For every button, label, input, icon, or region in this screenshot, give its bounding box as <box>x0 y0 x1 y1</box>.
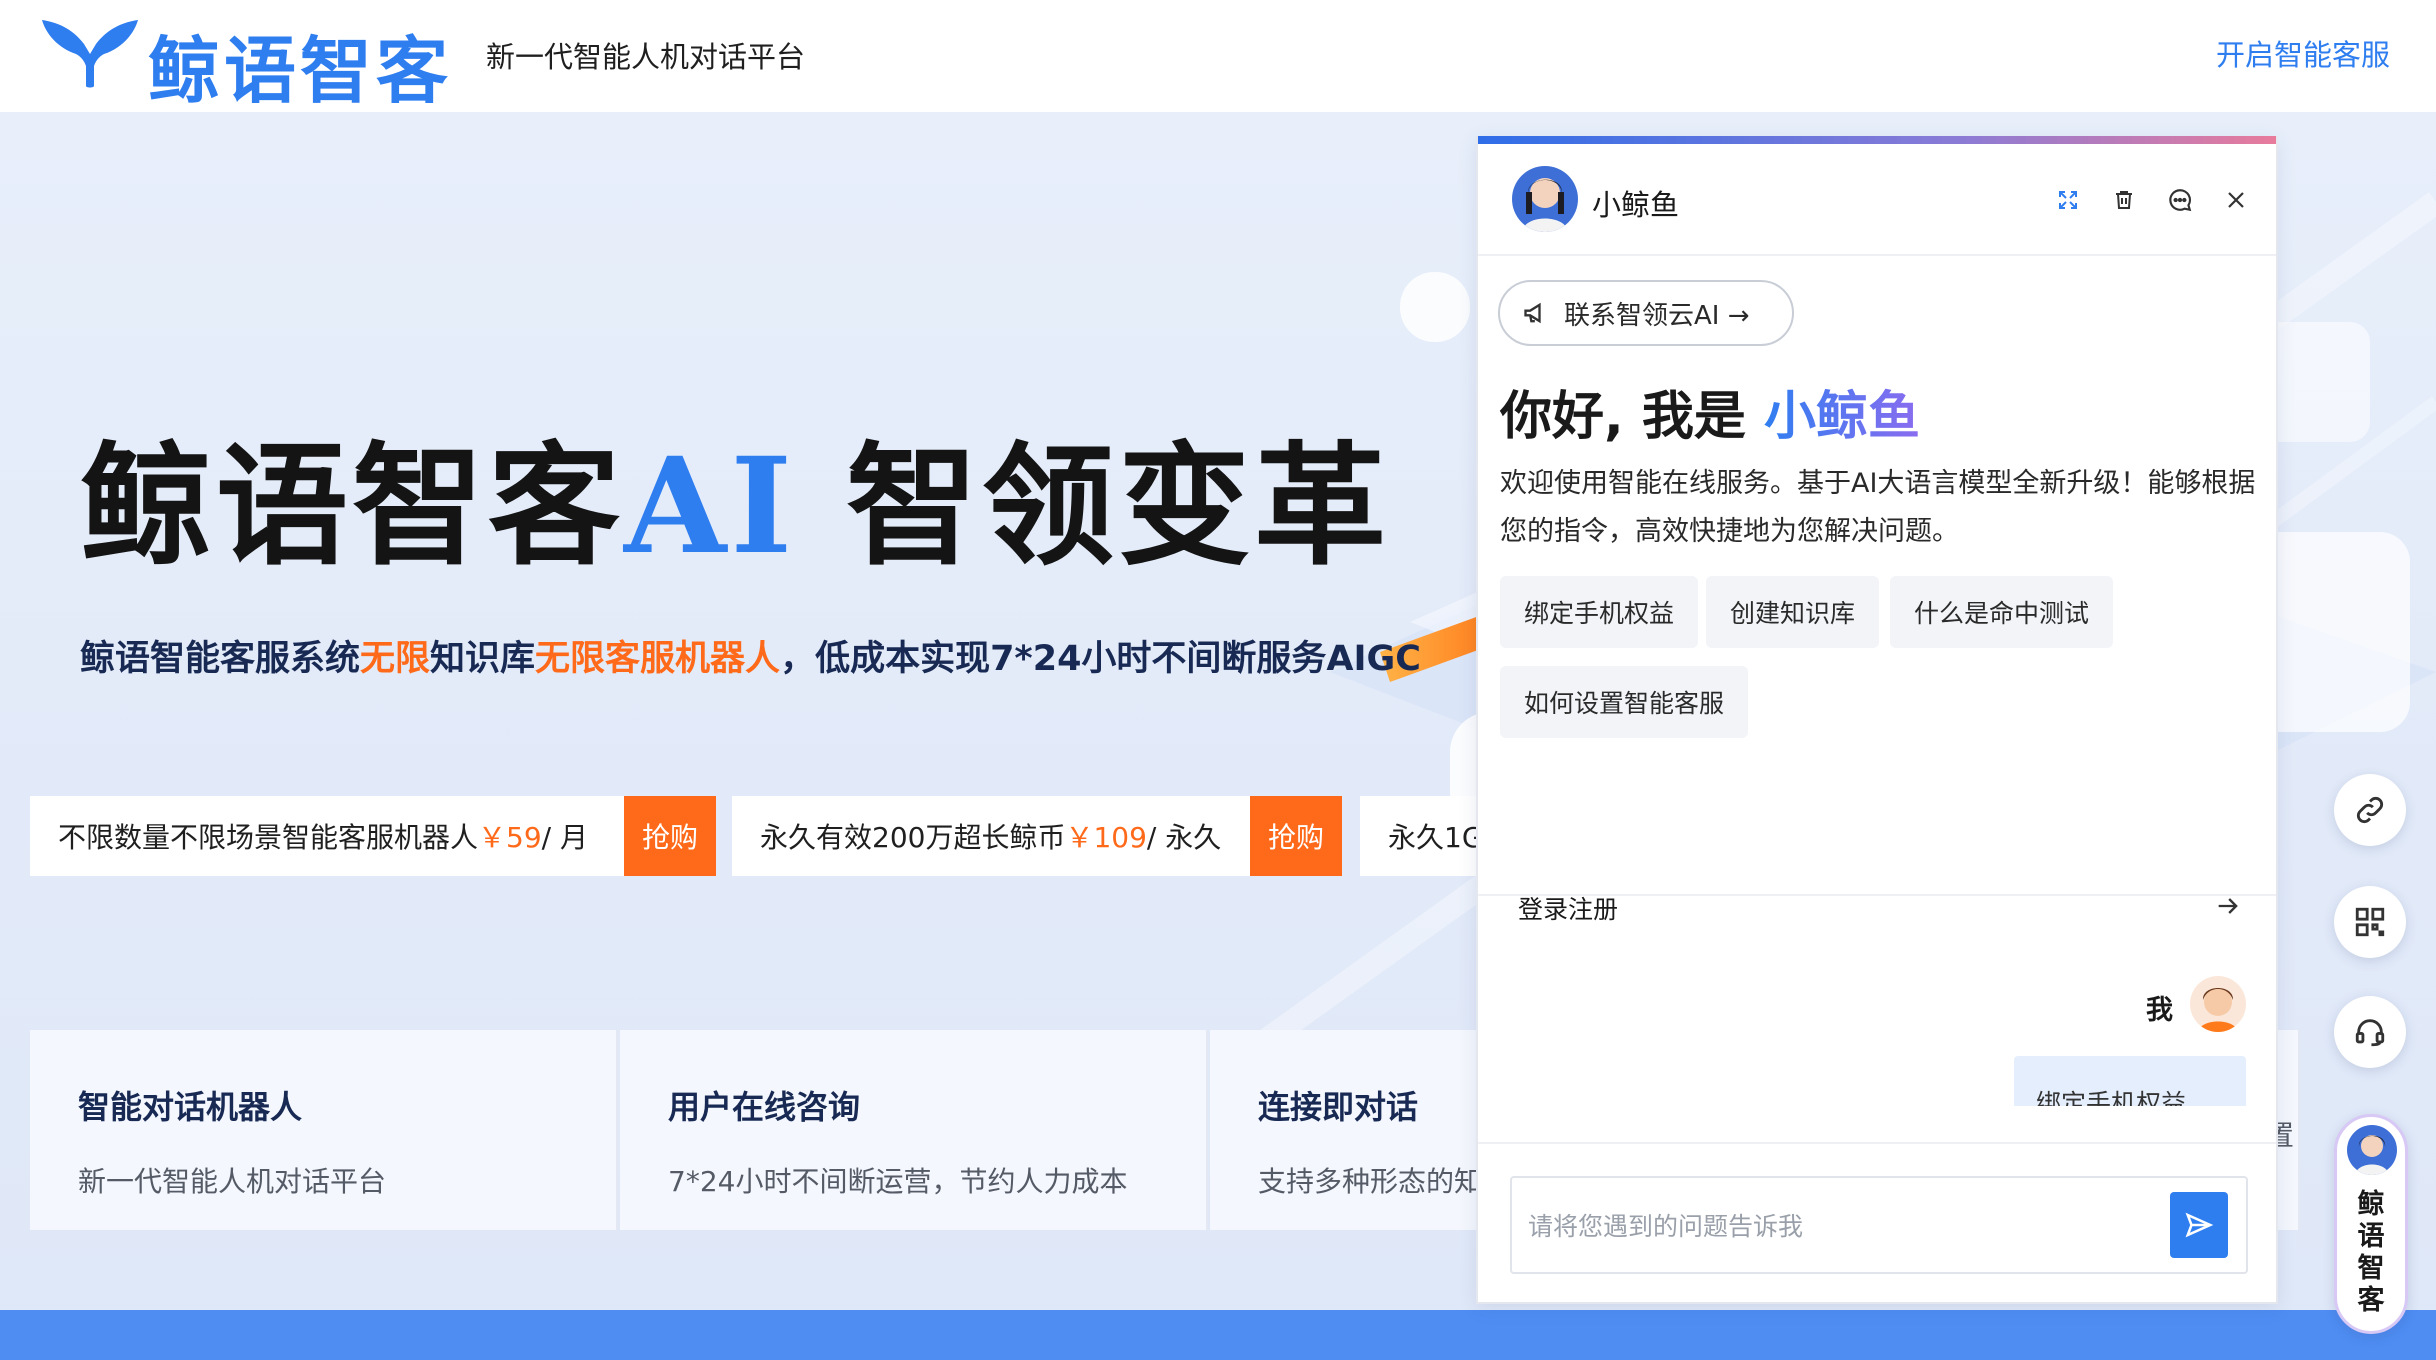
send-button[interactable] <box>2170 1192 2228 1258</box>
launcher-label: 鲸 语 智 客 <box>2337 1189 2405 1317</box>
launcher-char: 鲸 <box>2357 1189 2385 1220</box>
top-nav: 鲸语智客 新一代智能人机对话平台 开启智能客服 <box>0 0 2436 113</box>
hero-sub-part: 鲸语智能客服系统 <box>80 639 361 679</box>
qrcode-button[interactable] <box>2334 886 2406 958</box>
agent-avatar <box>1512 166 1578 232</box>
whale-tail-logo-icon[interactable] <box>38 14 142 90</box>
hero-title: 鲸语智客AI 智领变革 <box>80 400 1390 591</box>
headset-icon <box>2355 1019 2385 1047</box>
nav-tagline: 新一代智能人机对话平台 <box>486 40 806 74</box>
launcher-char: 语 <box>2357 1221 2385 1252</box>
feature-desc: 新一代智能人机对话平台 <box>78 1165 387 1198</box>
hero-title-slogan: 智领变革 <box>796 429 1391 584</box>
welcome-message: 欢迎使用智能在线服务。基于AI大语言模型全新升级！能够根据您的指令，高效快捷地为… <box>1500 468 2256 547</box>
offer-text: 不限数量不限场景智能客服机器人 <box>58 821 479 854</box>
offer-card: 永久有效200万超长鲸币￥109/ 永久 抢购 <box>732 796 1342 876</box>
link-button[interactable] <box>2334 774 2406 846</box>
chat-input[interactable] <box>1528 1206 2148 1246</box>
contact-button[interactable]: 联系智领云AI → <box>1498 280 1794 346</box>
chat-header: 小鲸鱼 <box>1478 144 2276 256</box>
login-register-row[interactable]: 登录注册 <box>1500 876 2242 940</box>
suggestion-chip[interactable]: 绑定手机权益 <box>1500 576 1699 648</box>
feature-title: 智能对话机器人 <box>78 1088 303 1126</box>
bottom-band <box>0 1310 2436 1360</box>
user-avatar <box>2190 976 2246 1032</box>
trash-icon[interactable] <box>2104 180 2144 220</box>
offer-price: ￥109 <box>1065 821 1147 854</box>
hero-title-ai: AI <box>624 429 797 584</box>
launcher-char: 客 <box>2357 1285 2385 1316</box>
feature-desc: 7*24小时不间断运营，节约人力成本 <box>668 1165 1128 1198</box>
offer-text: 永久有效200万超长鲸币 <box>760 821 1066 854</box>
divider <box>1478 894 2276 896</box>
suggestion-chip[interactable]: 什么是命中测试 <box>1890 576 2114 648</box>
brand-launcher[interactable]: 鲸 语 智 客 <box>2334 1114 2408 1334</box>
user-message-bubble: 绑定手机权益 <box>2014 1056 2246 1106</box>
suggestion-chip[interactable]: 如何设置智能客服 <box>1500 666 1749 738</box>
logo-wordmark[interactable]: 鲸语智客 <box>148 12 452 117</box>
offer-card: 永久1G <box>1360 796 1484 876</box>
arrow-right-icon <box>2218 898 2238 914</box>
feature-card: 智能对话机器人 新一代智能人机对话平台 <box>30 1030 618 1230</box>
chat-accent-bar <box>1478 136 2276 144</box>
megaphone-icon <box>1524 302 1541 324</box>
offer-text: 永久1G <box>1388 821 1484 854</box>
buy-button[interactable]: 抢购 <box>1250 796 1342 876</box>
send-icon <box>2185 1212 2214 1238</box>
offer-price: ￥59 <box>478 821 542 854</box>
feature-title: 用户在线咨询 <box>668 1088 861 1126</box>
hero-sub-part: ，低成本实现7*24小时不间断服务AIGC <box>780 639 1421 679</box>
launcher-char: 智 <box>2357 1253 2385 1284</box>
user-message-text: 绑定手机权益 <box>2014 1056 2246 1106</box>
hero-subtitle: 鲸语智能客服系统无限知识库无限客服机器人，低成本实现7*24小时不间断服务AIG… <box>80 630 1421 681</box>
hero-sub-highlight: 无限 <box>360 639 431 679</box>
offer-strip: 不限数量不限场景智能客服机器人￥59/ 月 抢购 永久有效200万超长鲸币￥10… <box>30 796 1484 876</box>
chat-bubble-icon[interactable] <box>2160 180 2200 220</box>
user-label: 我 <box>2146 995 2173 1026</box>
feature-card: 用户在线咨询 7*24小时不间断运营，节约人力成本 <box>620 1030 1208 1230</box>
suggestion-chip[interactable]: 创建知识库 <box>1706 576 1880 648</box>
offer-unit: / 月 <box>541 821 588 854</box>
greeting: 你好, 我是 小鲸鱼 <box>1500 374 1920 449</box>
greeting-name: 小鲸鱼 <box>1763 387 1920 447</box>
launcher-avatar <box>2347 1125 2397 1175</box>
close-icon[interactable] <box>2216 180 2256 220</box>
divider <box>1478 1142 2276 1144</box>
start-service-link[interactable]: 开启智能客服 <box>2216 32 2390 74</box>
hero-sub-part: 知识库 <box>430 639 536 679</box>
contact-label: 联系智领云AI → <box>1564 300 1750 331</box>
greeting-prefix: 你好, 我是 <box>1500 387 1764 447</box>
offer-card: 不限数量不限场景智能客服机器人￥59/ 月 抢购 <box>30 796 716 876</box>
hero-title-brand: 鲸语智客 <box>80 429 624 584</box>
fullscreen-icon[interactable] <box>2048 180 2088 220</box>
customer-service-button[interactable] <box>2334 996 2406 1068</box>
chat-input-box <box>1510 1176 2248 1274</box>
hero-sub-highlight: 无限客服机器人 <box>535 639 781 679</box>
chat-panel: 小鲸鱼 联系智领云AI → 你好, 我是 小鲸鱼 欢迎使用智能在线服务。基于AI… <box>1476 136 2278 1304</box>
agent-name: 小鲸鱼 <box>1592 188 1680 222</box>
link-icon <box>2356 796 2384 824</box>
offer-unit: / 永久 <box>1146 821 1222 854</box>
qrcode-icon <box>2355 907 2385 937</box>
buy-button[interactable]: 抢购 <box>624 796 716 876</box>
